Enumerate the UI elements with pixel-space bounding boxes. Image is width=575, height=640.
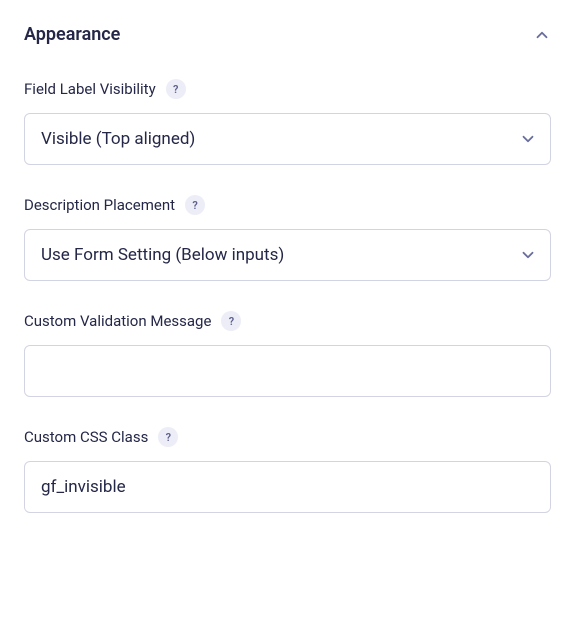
css-class-group: Custom CSS Class ?	[24, 427, 551, 513]
field-label-visibility-select-wrap: Visible (Top aligned)	[24, 113, 551, 165]
css-class-label: Custom CSS Class	[24, 428, 148, 446]
chevron-up-icon	[533, 26, 551, 44]
panel-header[interactable]: Appearance	[24, 24, 551, 45]
css-class-input[interactable]	[24, 461, 551, 513]
description-placement-label: Description Placement	[24, 196, 175, 214]
help-icon[interactable]: ?	[166, 79, 186, 99]
help-icon[interactable]: ?	[185, 195, 205, 215]
field-label-visibility-select[interactable]: Visible (Top aligned)	[24, 113, 551, 165]
validation-message-group: Custom Validation Message ?	[24, 311, 551, 397]
description-placement-group: Description Placement ? Use Form Setting…	[24, 195, 551, 281]
field-label-visibility-label: Field Label Visibility	[24, 80, 156, 98]
field-label-visibility-value: Visible (Top aligned)	[41, 129, 195, 149]
panel-title: Appearance	[24, 24, 120, 45]
field-label-row: Field Label Visibility ?	[24, 79, 551, 99]
field-label-row: Description Placement ?	[24, 195, 551, 215]
field-label-row: Custom CSS Class ?	[24, 427, 551, 447]
field-label-row: Custom Validation Message ?	[24, 311, 551, 331]
appearance-panel: Appearance Field Label Visibility ? Visi…	[0, 0, 575, 541]
validation-message-input-wrap	[24, 345, 551, 397]
description-placement-select-wrap: Use Form Setting (Below inputs)	[24, 229, 551, 281]
css-class-input-wrap	[24, 461, 551, 513]
help-icon[interactable]: ?	[158, 427, 178, 447]
field-label-visibility-group: Field Label Visibility ? Visible (Top al…	[24, 79, 551, 165]
description-placement-value: Use Form Setting (Below inputs)	[41, 245, 284, 265]
validation-message-label: Custom Validation Message	[24, 312, 211, 330]
description-placement-select[interactable]: Use Form Setting (Below inputs)	[24, 229, 551, 281]
help-icon[interactable]: ?	[221, 311, 241, 331]
validation-message-input[interactable]	[24, 345, 551, 397]
